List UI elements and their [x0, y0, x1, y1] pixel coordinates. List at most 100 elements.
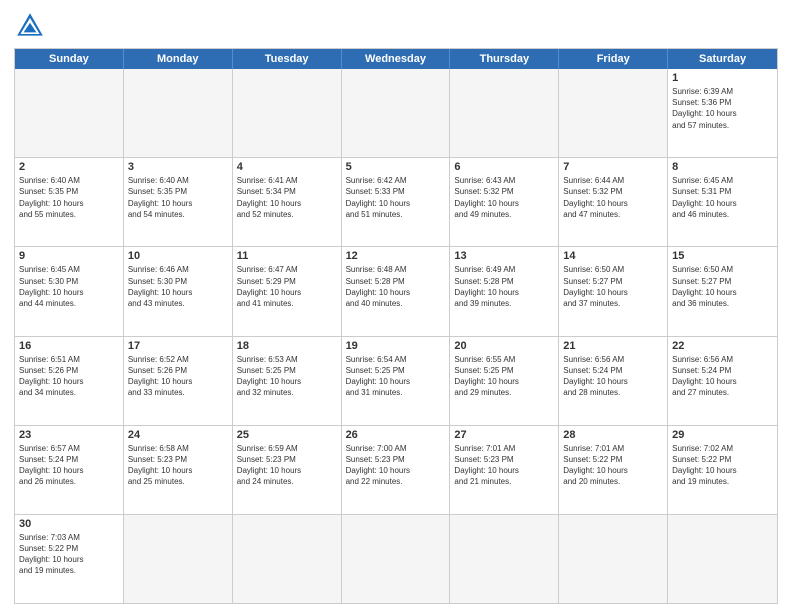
day-number: 25: [237, 429, 337, 441]
day-number: 15: [672, 250, 773, 262]
cell-info: Sunrise: 6:56 AMSunset: 5:24 PMDaylight:…: [672, 354, 773, 399]
day-number: 29: [672, 429, 773, 441]
day-number: 11: [237, 250, 337, 262]
day-cell-3: 3 Sunrise: 6:40 AMSunset: 5:35 PMDaylight…: [124, 158, 233, 246]
empty-cell: [450, 69, 559, 157]
day-header-saturday: Saturday: [668, 49, 777, 69]
day-number: 22: [672, 340, 773, 352]
logo-icon: [14, 10, 46, 42]
day-cell-14: 14Sunrise: 6:50 AMSunset: 5:27 PMDayligh…: [559, 247, 668, 335]
cell-info: Sunrise: 6:44 AMSunset: 5:32 PMDaylight:…: [563, 175, 663, 220]
cell-info: Sunrise: 6:53 AMSunset: 5:25 PMDaylight:…: [237, 354, 337, 399]
cell-info: Sunrise: 6:54 AMSunset: 5:25 PMDaylight:…: [346, 354, 446, 399]
cell-info: Sunrise: 6:58 AMSunset: 5:23 PMDaylight:…: [128, 443, 228, 488]
day-number: 7: [563, 161, 663, 173]
day-cell-4: 4 Sunrise: 6:41 AMSunset: 5:34 PMDaylight…: [233, 158, 342, 246]
day-cell-25: 25 Sunrise: 6:59 AMSunset: 5:23 PMDayligh…: [233, 426, 342, 514]
day-number: 17: [128, 340, 228, 352]
cell-info: Sunrise: 6:49 AMSunset: 5:28 PMDaylight:…: [454, 264, 554, 309]
cell-info: Sunrise: 6:52 AMSunset: 5:26 PMDaylight:…: [128, 354, 228, 399]
day-number: 3: [128, 161, 228, 173]
day-number: 9: [19, 250, 119, 262]
day-cell-22: 22 Sunrise: 6:56 AMSunset: 5:24 PMDayligh…: [668, 337, 777, 425]
calendar-body: 1 Sunrise: 6:39 AMSunset: 5:36 PMDaylight…: [15, 69, 777, 603]
day-cell-7: 7 Sunrise: 6:44 AMSunset: 5:32 PMDaylight…: [559, 158, 668, 246]
day-number: 13: [454, 250, 554, 262]
cell-info: Sunrise: 6:51 AMSunset: 5:26 PMDaylight:…: [19, 354, 119, 399]
day-number: 27: [454, 429, 554, 441]
cell-info: Sunrise: 7:01 AMSunset: 5:23 PMDaylight:…: [454, 443, 554, 488]
day-number: 6: [454, 161, 554, 173]
day-header-tuesday: Tuesday: [233, 49, 342, 69]
day-number: 12: [346, 250, 446, 262]
day-header-thursday: Thursday: [450, 49, 559, 69]
day-number: 2: [19, 161, 119, 173]
logo: [14, 10, 50, 42]
day-number: 8: [672, 161, 773, 173]
day-header-friday: Friday: [559, 49, 668, 69]
cell-info: Sunrise: 6:57 AMSunset: 5:24 PMDaylight:…: [19, 443, 119, 488]
cell-info: Sunrise: 6:55 AMSunset: 5:25 PMDaylight:…: [454, 354, 554, 399]
day-cell-28: 28Sunrise: 7:01 AMSunset: 5:22 PMDayligh…: [559, 426, 668, 514]
cell-info: Sunrise: 6:40 AMSunset: 5:35 PMDaylight:…: [19, 175, 119, 220]
day-cell-9: 9Sunrise: 6:45 AMSunset: 5:30 PMDaylight…: [15, 247, 124, 335]
day-header-monday: Monday: [124, 49, 233, 69]
day-number: 1: [672, 72, 773, 84]
header: [14, 10, 778, 42]
day-header-sunday: Sunday: [15, 49, 124, 69]
cell-info: Sunrise: 7:02 AMSunset: 5:22 PMDaylight:…: [672, 443, 773, 488]
cell-info: Sunrise: 6:50 AMSunset: 5:27 PMDaylight:…: [563, 264, 663, 309]
cell-info: Sunrise: 6:43 AMSunset: 5:32 PMDaylight:…: [454, 175, 554, 220]
empty-cell: [342, 69, 451, 157]
calendar-row-5: 30Sunrise: 7:03 AMSunset: 5:22 PMDayligh…: [15, 514, 777, 603]
cell-info: Sunrise: 6:40 AMSunset: 5:35 PMDaylight:…: [128, 175, 228, 220]
day-number: 18: [237, 340, 337, 352]
empty-cell: [124, 515, 233, 603]
day-cell-29: 29 Sunrise: 7:02 AMSunset: 5:22 PMDayligh…: [668, 426, 777, 514]
day-cell-8: 8 Sunrise: 6:45 AMSunset: 5:31 PMDaylight…: [668, 158, 777, 246]
calendar-row-0: 1 Sunrise: 6:39 AMSunset: 5:36 PMDaylight…: [15, 69, 777, 157]
day-number: 26: [346, 429, 446, 441]
day-number: 4: [237, 161, 337, 173]
empty-cell: [342, 515, 451, 603]
day-cell-27: 27 Sunrise: 7:01 AMSunset: 5:23 PMDayligh…: [450, 426, 559, 514]
empty-cell: [15, 69, 124, 157]
cell-info: Sunrise: 6:45 AMSunset: 5:31 PMDaylight:…: [672, 175, 773, 220]
day-cell-18: 18 Sunrise: 6:53 AMSunset: 5:25 PMDayligh…: [233, 337, 342, 425]
day-number: 24: [128, 429, 228, 441]
cell-info: Sunrise: 7:03 AMSunset: 5:22 PMDaylight:…: [19, 532, 119, 577]
day-cell-12: 12 Sunrise: 6:48 AMSunset: 5:28 PMDayligh…: [342, 247, 451, 335]
cell-info: Sunrise: 6:46 AMSunset: 5:30 PMDaylight:…: [128, 264, 228, 309]
cell-info: Sunrise: 6:56 AMSunset: 5:24 PMDaylight:…: [563, 354, 663, 399]
calendar-row-1: 2 Sunrise: 6:40 AMSunset: 5:35 PMDaylight…: [15, 157, 777, 246]
day-cell-23: 23 Sunrise: 6:57 AMSunset: 5:24 PMDayligh…: [15, 426, 124, 514]
cell-info: Sunrise: 6:59 AMSunset: 5:23 PMDaylight:…: [237, 443, 337, 488]
cell-info: Sunrise: 6:47 AMSunset: 5:29 PMDaylight:…: [237, 264, 337, 309]
cell-info: Sunrise: 6:48 AMSunset: 5:28 PMDaylight:…: [346, 264, 446, 309]
day-cell-11: 11 Sunrise: 6:47 AMSunset: 5:29 PMDayligh…: [233, 247, 342, 335]
day-cell-21: 21Sunrise: 6:56 AMSunset: 5:24 PMDayligh…: [559, 337, 668, 425]
day-cell-20: 20Sunrise: 6:55 AMSunset: 5:25 PMDayligh…: [450, 337, 559, 425]
day-cell-10: 10 Sunrise: 6:46 AMSunset: 5:30 PMDayligh…: [124, 247, 233, 335]
day-cell-19: 19 Sunrise: 6:54 AMSunset: 5:25 PMDayligh…: [342, 337, 451, 425]
empty-cell: [233, 515, 342, 603]
day-number: 10: [128, 250, 228, 262]
day-cell-17: 17 Sunrise: 6:52 AMSunset: 5:26 PMDayligh…: [124, 337, 233, 425]
day-cell-15: 15 Sunrise: 6:50 AMSunset: 5:27 PMDayligh…: [668, 247, 777, 335]
day-cell-26: 26 Sunrise: 7:00 AMSunset: 5:23 PMDayligh…: [342, 426, 451, 514]
day-cell-24: 24 Sunrise: 6:58 AMSunset: 5:23 PMDayligh…: [124, 426, 233, 514]
page: SundayMondayTuesdayWednesdayThursdayFrid…: [0, 0, 792, 612]
calendar-header: SundayMondayTuesdayWednesdayThursdayFrid…: [15, 49, 777, 69]
cell-info: Sunrise: 6:50 AMSunset: 5:27 PMDaylight:…: [672, 264, 773, 309]
calendar-row-2: 9Sunrise: 6:45 AMSunset: 5:30 PMDaylight…: [15, 246, 777, 335]
day-number: 5: [346, 161, 446, 173]
day-number: 19: [346, 340, 446, 352]
day-number: 28: [563, 429, 663, 441]
day-cell-6: 6 Sunrise: 6:43 AMSunset: 5:32 PMDaylight…: [450, 158, 559, 246]
empty-cell: [233, 69, 342, 157]
cell-info: Sunrise: 7:00 AMSunset: 5:23 PMDaylight:…: [346, 443, 446, 488]
cell-info: Sunrise: 6:39 AMSunset: 5:36 PMDaylight:…: [672, 86, 773, 131]
calendar-row-4: 23 Sunrise: 6:57 AMSunset: 5:24 PMDayligh…: [15, 425, 777, 514]
day-number: 23: [19, 429, 119, 441]
cell-info: Sunrise: 6:41 AMSunset: 5:34 PMDaylight:…: [237, 175, 337, 220]
